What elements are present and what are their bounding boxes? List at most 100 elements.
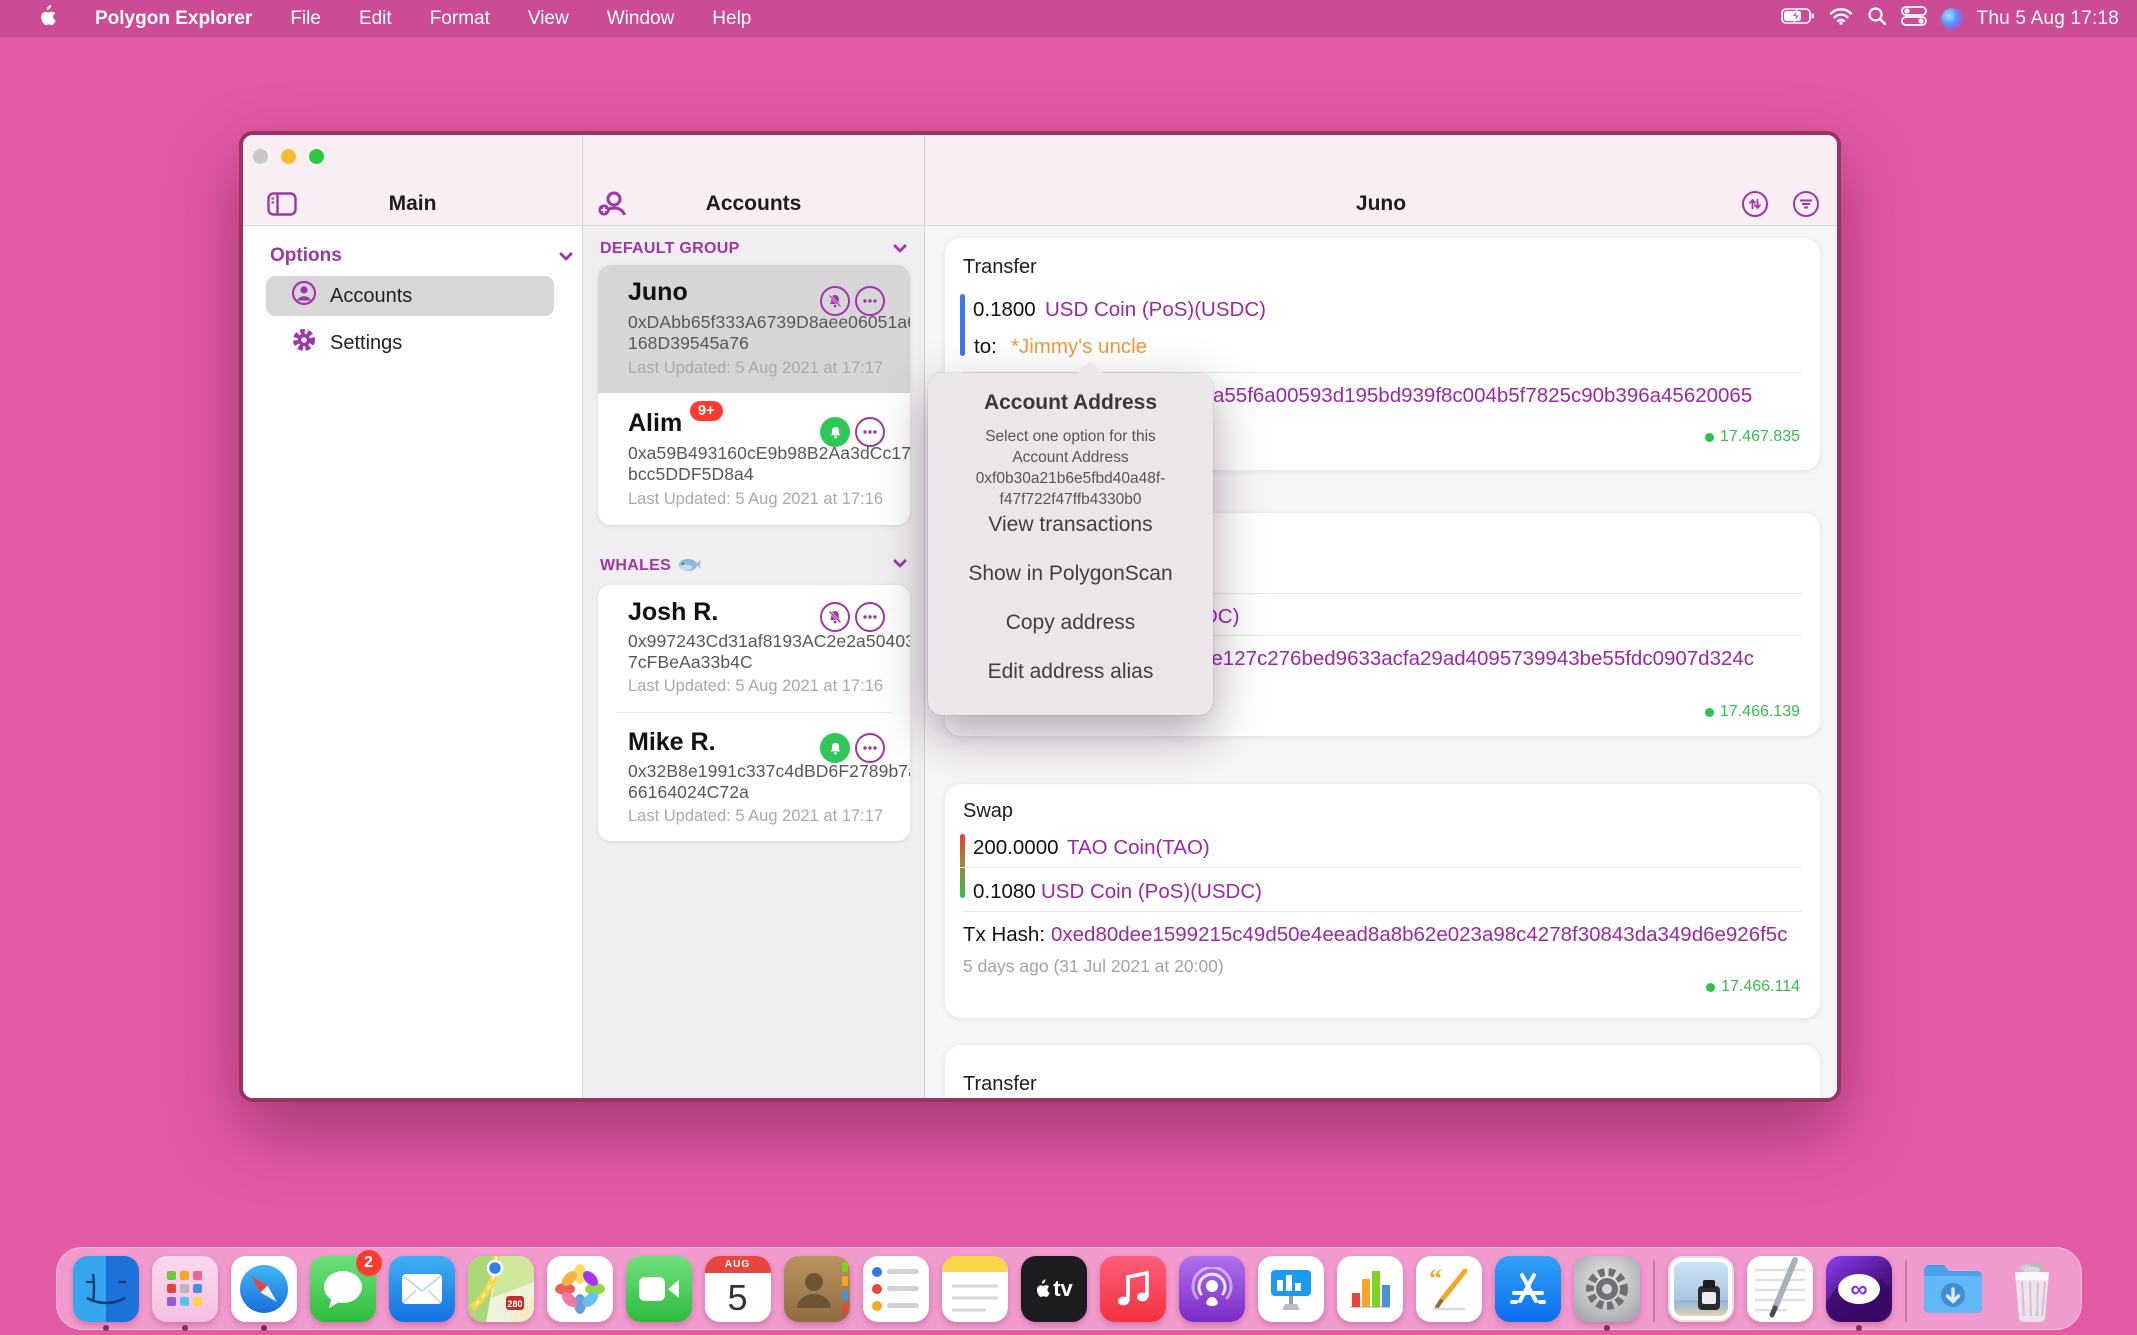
dock-safari-icon[interactable] — [231, 1256, 297, 1331]
dock-photos-icon[interactable] — [547, 1256, 613, 1331]
popover-option-edit-address-alias[interactable]: Edit address alias — [928, 660, 1213, 684]
notifications-on-bell-icon[interactable] — [820, 733, 850, 763]
menubar-clock[interactable]: Thu 5 Aug 17:18 — [1977, 8, 2119, 30]
account-row-mike[interactable]: Mike R. 0x32B8e1991c337c4dBD6F2789b7aA 6… — [598, 712, 910, 840]
dock-notes-icon[interactable] — [942, 1256, 1008, 1331]
window-close-button[interactable] — [253, 149, 268, 164]
polygon-explorer-window: Main Options Accounts Settings — [239, 131, 1841, 1102]
menu-view[interactable]: View — [513, 0, 584, 37]
transaction-card-transfer-4[interactable]: Transfer — [945, 1045, 1820, 1102]
popover-option-copy-address[interactable]: Copy address — [928, 611, 1213, 635]
dock-preview-icon[interactable] — [1668, 1256, 1734, 1331]
dock-finder-icon[interactable] — [73, 1256, 139, 1331]
dock-calendar-icon[interactable]: AUG 5 — [705, 1256, 771, 1331]
account-address-line1: 0x32B8e1991c337c4dBD6F2789b7aA — [628, 761, 910, 782]
account-more-options-ellipsis-icon[interactable] — [855, 733, 885, 763]
filter-transactions-icon[interactable] — [1793, 191, 1819, 217]
account-row-alim[interactable]: Alim 9+ 0xa59B493160cE9b98B2Aa3dCc175a b… — [598, 393, 910, 521]
account-last-updated: Last Updated: 5 Aug 2021 at 17:17 — [628, 807, 883, 826]
dock-apple-tv-icon[interactable]: tv — [1021, 1256, 1087, 1331]
menu-help[interactable]: Help — [697, 0, 766, 37]
popover-option-show-in-polygonscan[interactable]: Show in PolygonScan — [928, 562, 1213, 586]
battery-charging-icon[interactable] — [1781, 7, 1815, 31]
menu-window[interactable]: Window — [592, 0, 690, 37]
recipient-alias-link[interactable]: *Jimmy's uncle — [1011, 335, 1147, 359]
dock-system-preferences-icon[interactable] — [1574, 1256, 1640, 1331]
tx-hash-link[interactable]: 0xed80dee1599215c49d50e4eead8a8b62e023a9… — [1051, 923, 1787, 947]
account-more-options-ellipsis-icon[interactable] — [855, 602, 885, 632]
dock-launchpad-icon[interactable] — [152, 1256, 218, 1331]
card-divider — [963, 911, 1802, 912]
account-last-updated: Last Updated: 5 Aug 2021 at 17:17 — [628, 359, 883, 378]
account-row-josh[interactable]: Josh R. 0x997243Cd31af8193AC2e2a504030 7… — [598, 585, 910, 712]
search-icon[interactable] — [1867, 6, 1887, 32]
accounts-list-pane: Accounts DEFAULT GROUP Juno 0xDAbb65f333… — [583, 135, 925, 1098]
dock-messages-icon[interactable]: 2 — [310, 1256, 376, 1331]
dock-separator — [1905, 1260, 1907, 1322]
dock-textedit-icon[interactable] — [1747, 1256, 1813, 1331]
dock-trash-icon[interactable] — [1999, 1256, 2065, 1331]
popover-title: Account Address — [928, 391, 1213, 415]
transaction-type: Transfer — [963, 256, 1037, 279]
group-default-collapse-chevron-icon[interactable] — [893, 239, 907, 253]
options-collapse-chevron-icon[interactable] — [559, 247, 573, 261]
block-number: 17.466.114 — [1706, 978, 1800, 996]
tx-hash-link-fragment[interactable]: a55f6a00593d195bd939f8c004b5f7825c90b396… — [1213, 384, 1752, 408]
sort-transactions-icon[interactable] — [1742, 191, 1768, 217]
popover-option-view-transactions[interactable]: View transactions — [928, 513, 1213, 537]
calendar-month-label: AUG — [725, 1259, 750, 1270]
unread-count-badge: 9+ — [690, 401, 723, 421]
coin-link[interactable]: TAO Coin(TAO) — [1067, 836, 1210, 860]
running-indicator — [103, 1325, 109, 1331]
dock-numbers-icon[interactable] — [1337, 1256, 1403, 1331]
wifi-icon[interactable] — [1829, 7, 1853, 31]
sidebar-item-settings[interactable]: Settings — [266, 323, 554, 363]
menu-file[interactable]: File — [275, 0, 336, 37]
main-sidebar-title: Main — [243, 192, 582, 216]
dock-app-store-icon[interactable] — [1495, 1256, 1561, 1331]
dock-mail-icon[interactable] — [389, 1256, 455, 1331]
apple-menu[interactable] — [22, 0, 72, 37]
apple-tv-label: tv — [1053, 1276, 1073, 1302]
running-indicator — [261, 1325, 267, 1331]
tx-hash-link-fragment[interactable]: 9e127c276bed9633acfa29ad4095739943be55fd… — [1200, 647, 1754, 671]
window-zoom-button[interactable] — [309, 149, 324, 164]
card-divider — [960, 867, 1802, 868]
dock-maps-icon[interactable]: 280 — [468, 1256, 534, 1331]
dock-downloads-folder-icon[interactable] — [1920, 1256, 1986, 1331]
control-center-icon[interactable] — [1901, 6, 1927, 32]
dock-polygon-explorer-icon[interactable]: ∞ — [1826, 1256, 1892, 1331]
transaction-date: 5 days ago (31 Jul 2021 at 20:00) — [963, 956, 1224, 977]
coin-link[interactable]: USD Coin (PoS)(USDC) — [1041, 880, 1262, 904]
dock-contacts-icon[interactable] — [784, 1256, 850, 1331]
desktop: Polygon Explorer File Edit Format View W… — [0, 0, 2137, 1335]
account-row-juno[interactable]: Juno 0xDAbb65f333A6739D8aee06051a67 168D… — [598, 265, 910, 393]
group-whales-collapse-chevron-icon[interactable] — [893, 554, 907, 568]
dock-facetime-icon[interactable] — [626, 1256, 692, 1331]
calendar-day-label: 5 — [727, 1277, 747, 1319]
notifications-muted-bell-icon[interactable] — [820, 602, 850, 632]
account-address-line1: 0x997243Cd31af8193AC2e2a504030 — [628, 631, 910, 652]
dock-pages-icon[interactable]: “ — [1416, 1256, 1482, 1331]
accounts-person-icon — [291, 280, 317, 312]
dock-keynote-icon[interactable] — [1258, 1256, 1324, 1331]
dock-music-icon[interactable] — [1100, 1256, 1166, 1331]
tx-hash-label: Tx Hash: — [963, 923, 1045, 947]
svg-text:“: “ — [1429, 1265, 1442, 1293]
dock-reminders-icon[interactable] — [863, 1256, 929, 1331]
menubar-app-name[interactable]: Polygon Explorer — [80, 8, 267, 30]
siri-icon[interactable] — [1941, 8, 1963, 30]
swap-direction-bar — [960, 834, 965, 898]
menu-edit[interactable]: Edit — [344, 0, 407, 37]
window-minimize-button[interactable] — [281, 149, 296, 164]
menu-bar: Polygon Explorer File Edit Format View W… — [0, 0, 2137, 37]
main-sidebar-header: Main — [243, 135, 582, 226]
coin-link[interactable]: USD Coin (PoS)(USDC) — [1045, 298, 1266, 322]
transaction-card-swap[interactable]: Swap 200.0000 TAO Coin(TAO) 0.1080 USD C… — [945, 784, 1820, 1018]
account-address-line2: 66164024C72a — [628, 782, 749, 803]
sidebar-item-accounts[interactable]: Accounts — [266, 276, 554, 316]
account-name: Juno — [628, 278, 688, 307]
to-label: to: — [974, 335, 997, 359]
dock-podcasts-icon[interactable] — [1179, 1256, 1245, 1331]
menu-format[interactable]: Format — [415, 0, 505, 37]
